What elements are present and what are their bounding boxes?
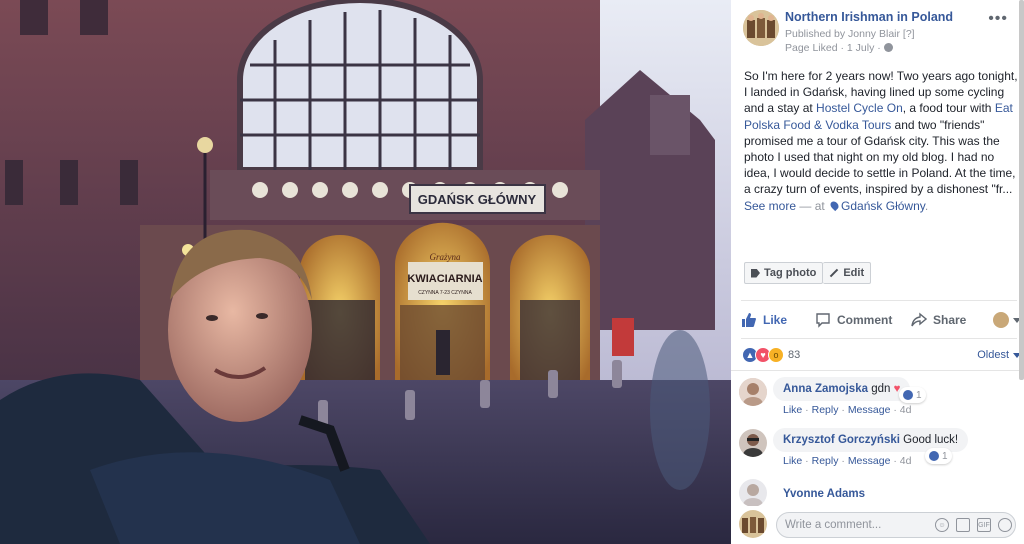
camera-icon[interactable] bbox=[956, 518, 970, 532]
commenter-avatar[interactable] bbox=[739, 479, 767, 507]
panel-scrollbar[interactable] bbox=[1019, 0, 1024, 380]
divider bbox=[741, 338, 1017, 339]
post-panel: Northern Irishman in Poland Published by… bbox=[731, 0, 1024, 544]
comment-icon bbox=[816, 313, 830, 328]
like-button[interactable]: Like bbox=[741, 312, 815, 328]
sort-label: Oldest bbox=[977, 349, 1009, 361]
comment-like-link[interactable]: Like bbox=[783, 404, 802, 416]
published-by: Published by Jonny Blair [?] bbox=[785, 28, 915, 40]
post-photo[interactable]: GDAŃSK GŁÓWNY Grażyna KWIACIARNIA CZYNNA… bbox=[0, 0, 731, 544]
reaction-count: 83 bbox=[788, 349, 801, 361]
commenter-avatar-image bbox=[739, 378, 767, 406]
comment-links: Like · Reply · Message · 4d bbox=[783, 404, 912, 416]
page-name-link[interactable]: Northern Irishman in Poland bbox=[785, 10, 953, 24]
comment-body: Yvonne Adams bbox=[783, 486, 865, 500]
share-button[interactable]: Share bbox=[911, 312, 983, 328]
comment-body: Anna Zamojska gdn ♥ Like · Reply · Messa… bbox=[773, 377, 911, 416]
see-more-link[interactable]: See more bbox=[744, 199, 796, 213]
page-avatar-image bbox=[743, 10, 779, 46]
tag-photo-button[interactable]: Tag photo bbox=[744, 262, 824, 284]
comment-text: gdn bbox=[871, 383, 891, 395]
comment-reaction-chip[interactable]: 1 bbox=[925, 448, 952, 464]
reactions-summary: ▲ ♥ o 83 Oldest bbox=[739, 346, 1021, 364]
commenter-avatar[interactable] bbox=[739, 378, 767, 406]
page-liked-label: Page Liked bbox=[785, 42, 838, 54]
comment-input-placeholder: Write a comment... bbox=[785, 519, 882, 531]
post-header: Northern Irishman in Poland Published by… bbox=[741, 8, 1016, 56]
share-icon bbox=[911, 312, 927, 327]
comment-time: 4d bbox=[899, 404, 912, 416]
divider bbox=[731, 370, 1024, 371]
shop-hours: CZYNNA 7-23 CZYNNA bbox=[418, 290, 472, 296]
emoji-icon[interactable]: ☺ bbox=[935, 518, 949, 532]
share-label: Share bbox=[933, 313, 967, 327]
location-pin-icon bbox=[828, 199, 841, 211]
shop-sign: KWIACIARNIA bbox=[407, 273, 482, 285]
post-options-button[interactable]: ••• bbox=[988, 10, 1008, 28]
station-sign: GDAŃSK GŁÓWNY bbox=[418, 192, 537, 207]
composer-avatar bbox=[739, 510, 767, 538]
comment-text: Good luck! bbox=[903, 434, 959, 446]
post-text-part-2: , a food tour with bbox=[902, 101, 995, 116]
meta-separator: · bbox=[840, 42, 844, 54]
like-label: Like bbox=[763, 313, 788, 327]
reactions-button[interactable]: ▲ ♥ o 83 bbox=[739, 347, 800, 363]
divider bbox=[741, 300, 1017, 301]
meta-separator: · bbox=[877, 42, 881, 54]
hostel-link[interactable]: Hostel Cycle On bbox=[816, 101, 903, 115]
edit-label: Edit bbox=[843, 267, 865, 279]
commenter-avatar-image bbox=[739, 479, 767, 507]
thumbs-up-icon bbox=[742, 313, 756, 327]
page-avatar[interactable] bbox=[743, 10, 779, 46]
comment-like-count: 1 bbox=[916, 389, 922, 401]
comment-reaction-chip[interactable]: 1 bbox=[899, 387, 926, 403]
commenter-avatar[interactable] bbox=[739, 429, 767, 457]
comment-sort-dropdown[interactable]: Oldest bbox=[977, 349, 1021, 361]
comment-reply-link[interactable]: Reply bbox=[812, 404, 839, 416]
station-photo: GDAŃSK GŁÓWNY Grażyna KWIACIARNIA CZYNNA… bbox=[0, 0, 731, 544]
post-action-bar: Like Comment Share bbox=[741, 308, 1021, 332]
comment-message-link[interactable]: Message bbox=[848, 455, 891, 467]
wow-reaction-icon: o bbox=[768, 347, 784, 363]
comment-composer: Write a comment... ☺ GIF bbox=[731, 506, 1024, 544]
comment-author-link[interactable]: Krzysztof Gorczyński bbox=[783, 434, 900, 446]
shop-script: Grażyna bbox=[430, 252, 461, 262]
comment-bubble: Anna Zamojska gdn ♥ bbox=[773, 377, 911, 401]
composer-tools: ☺ GIF bbox=[935, 518, 1012, 532]
location-suffix: . bbox=[924, 198, 929, 213]
edit-button[interactable]: Edit bbox=[823, 262, 872, 284]
comment-time: 4d bbox=[899, 455, 912, 467]
tag-icon bbox=[751, 268, 760, 278]
post-meta: Page Liked · 1 July · bbox=[785, 42, 893, 54]
location-link[interactable]: Gdańsk Główny bbox=[841, 199, 925, 213]
like-reaction-icon bbox=[929, 451, 939, 461]
tag-photo-label: Tag photo bbox=[764, 267, 817, 279]
commenter-avatar-image bbox=[739, 429, 767, 457]
post-date-link[interactable]: 1 July bbox=[847, 42, 874, 54]
post-text: So I'm here for 2 years now! Two years a… bbox=[744, 68, 1020, 214]
pencil-icon bbox=[830, 268, 839, 278]
photo-actions: Tag photo Edit bbox=[744, 262, 872, 284]
gif-icon[interactable]: GIF bbox=[977, 518, 991, 532]
published-help-link[interactable]: [?] bbox=[903, 28, 915, 40]
comment-reply-link[interactable]: Reply bbox=[812, 455, 839, 467]
comment-like-link[interactable]: Like bbox=[783, 455, 802, 467]
comment-button[interactable]: Comment bbox=[815, 312, 911, 328]
globe-icon[interactable] bbox=[883, 43, 893, 52]
comment-message-link[interactable]: Message bbox=[848, 404, 891, 416]
comment-label: Comment bbox=[837, 313, 893, 327]
composer-avatar-image bbox=[739, 510, 767, 538]
like-reaction-icon bbox=[903, 390, 913, 400]
comment-like-count: 1 bbox=[942, 450, 948, 462]
comment-author-link[interactable]: Yvonne Adams bbox=[783, 488, 865, 500]
sticker-icon[interactable] bbox=[998, 518, 1012, 532]
published-by-text: Published by Jonny Blair bbox=[785, 28, 900, 40]
post-as-selector[interactable] bbox=[993, 312, 1021, 328]
at-text: — at bbox=[796, 198, 829, 213]
page-avatar-small bbox=[993, 312, 1009, 328]
comment-author-link[interactable]: Anna Zamojska bbox=[783, 383, 868, 395]
